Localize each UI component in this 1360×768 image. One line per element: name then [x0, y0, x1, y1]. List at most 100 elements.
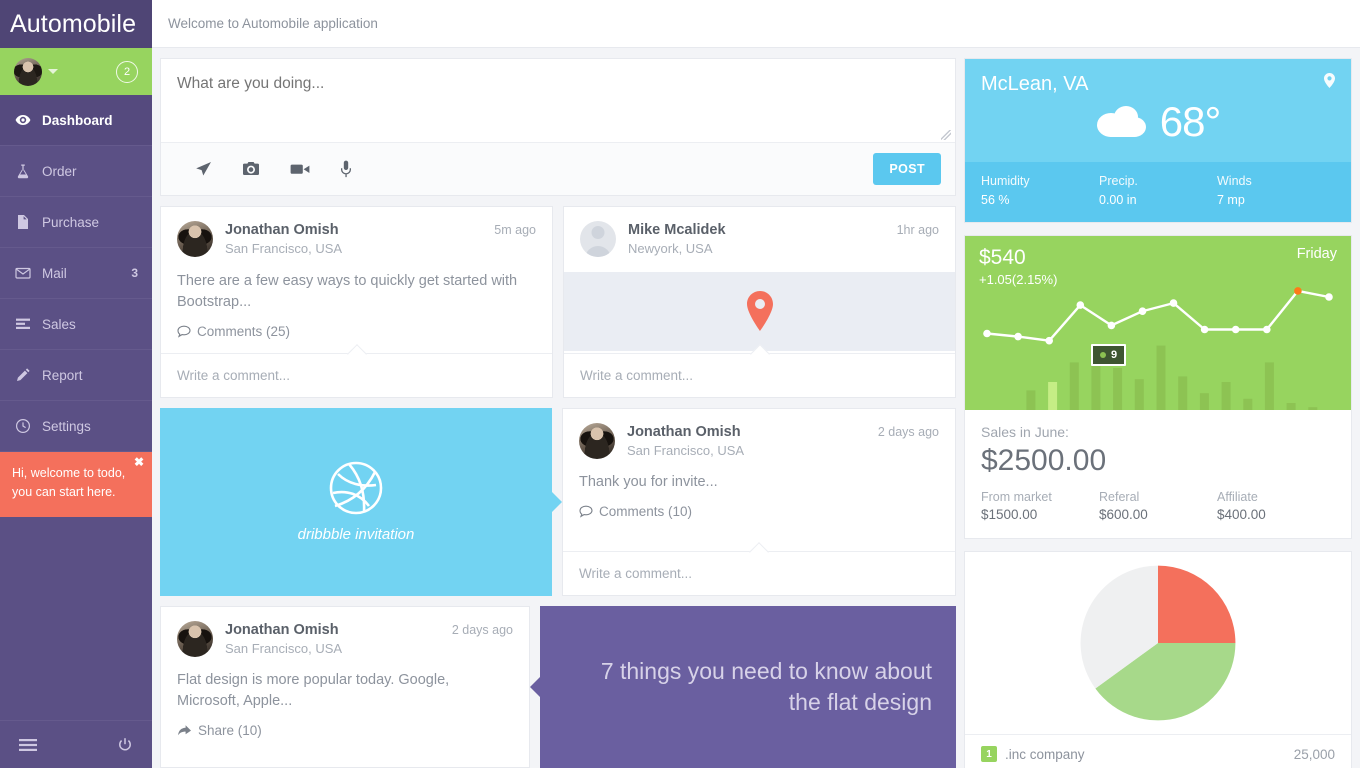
video-icon[interactable]: [290, 162, 310, 176]
weather-stat-value: 0.00 in: [1099, 192, 1137, 207]
post-identity: Jonathan Omish San Francisco, USA: [225, 621, 440, 658]
legend-rank-badge: 1: [981, 746, 997, 762]
hamburger-icon[interactable]: [19, 738, 37, 752]
pie-chart-area: [965, 552, 1351, 734]
sidebar-nav: Dashboard Order Purchase Mail 3 Sales Re…: [0, 95, 152, 452]
sidebar-item-order[interactable]: Order: [0, 146, 152, 197]
post-timestamp: 2 days ago: [451, 622, 513, 637]
breakdown-label: From market: [981, 490, 1052, 504]
avatar[interactable]: [580, 221, 616, 257]
dribbble-invitation-card[interactable]: dribbble invitation: [160, 407, 552, 596]
composer-toolbar: POST: [161, 142, 955, 195]
content: POST Jonathan Omish San Francisco, USA 5…: [152, 48, 1360, 768]
profile-bar[interactable]: 2: [0, 48, 152, 95]
sidebar: Automobile 2 Dashboard Order Purchase Ma…: [0, 0, 152, 768]
post-comments-link[interactable]: Comments (10): [563, 493, 955, 533]
caret-down-icon[interactable]: [48, 69, 58, 74]
pie-legend-row[interactable]: 1 .inc company 25,000: [965, 734, 1351, 768]
brand-logo[interactable]: Automobile: [0, 0, 152, 48]
comment-icon: [177, 325, 191, 338]
promo-headline: 7 things you need to know about the flat…: [600, 657, 932, 715]
post-button[interactable]: POST: [873, 153, 941, 185]
pie-chart-svg[interactable]: [1079, 564, 1237, 722]
sales-breakdown: From market $1500.00 Referal $600.00 Aff…: [981, 487, 1335, 522]
sidebar-footer: [0, 720, 152, 768]
weather-city: McLean, VA: [981, 73, 1089, 95]
sidebar-item-mail[interactable]: Mail 3: [0, 248, 152, 299]
weather-current: 68°: [965, 96, 1351, 162]
composer-input[interactable]: [161, 59, 955, 132]
camera-icon[interactable]: [242, 161, 260, 177]
cloud-icon: [1096, 103, 1148, 141]
sidebar-item-count: 3: [131, 266, 138, 280]
post-card: Mike Mcalidek Newyork, USA 1hr ago Write…: [563, 206, 956, 398]
microphone-icon[interactable]: [340, 160, 352, 178]
sidebar-item-label: Sales: [42, 316, 76, 332]
post-body: There are a few easy ways to quickly get…: [177, 272, 518, 310]
breakdown-value: $1500.00: [981, 507, 1038, 522]
post-author[interactable]: Jonathan Omish: [225, 221, 482, 239]
comment-input[interactable]: Write a comment...: [161, 352, 552, 397]
avatar[interactable]: [579, 422, 615, 459]
sales-summary-total: $2500.00: [981, 443, 1107, 477]
sales-chart[interactable]: $540 +1.05(2.15%) Friday 9: [965, 235, 1351, 410]
sidebar-item-dashboard[interactable]: Dashboard: [0, 95, 152, 146]
post-header: Jonathan Omish San Francisco, USA 5m ago: [161, 207, 552, 258]
file-icon: [15, 214, 31, 230]
tooltip-dot-icon: [1100, 351, 1106, 358]
power-icon[interactable]: [117, 737, 133, 753]
avatar[interactable]: [177, 620, 213, 657]
tooltip-value: 9: [1111, 348, 1118, 361]
post-body: Thank you for invite...: [579, 474, 718, 491]
post-author[interactable]: Mike Mcalidek: [628, 221, 885, 239]
sidebar-item-label: Report: [42, 367, 83, 383]
avatar[interactable]: [14, 57, 42, 86]
post-identity: Jonathan Omish San Francisco, USA: [225, 221, 482, 258]
sidebar-item-purchase[interactable]: Purchase: [0, 197, 152, 248]
comment-input[interactable]: Write a comment...: [564, 352, 955, 397]
weather-stat-value: 7 mp: [1217, 192, 1245, 207]
weather-stats: Humidity 56 % Precip. 0.00 in Winds 7 mp: [965, 162, 1351, 222]
page-title: Welcome to Automobile application: [168, 16, 378, 31]
sidebar-item-report[interactable]: Report: [0, 350, 152, 401]
comment-input[interactable]: Write a comment...: [563, 550, 955, 595]
location-arrow-icon[interactable]: [195, 161, 212, 178]
list-icon: [15, 316, 31, 332]
sidebar-item-sales[interactable]: Sales: [0, 299, 152, 350]
feed-column: POST Jonathan Omish San Francisco, USA 5…: [160, 58, 956, 768]
notification-badge[interactable]: 2: [116, 60, 138, 83]
resize-grip[interactable]: [161, 130, 955, 142]
company-pie-widget: 1 .inc company 25,000: [964, 551, 1352, 768]
post-share-link[interactable]: Share (10): [161, 712, 529, 752]
weather-stat: Humidity 56 %: [981, 172, 1099, 210]
clock-icon: [15, 418, 31, 434]
feed-row-3: Jonathan Omish San Francisco, USA 2 days…: [160, 605, 956, 768]
post-location: San Francisco, USA: [225, 241, 343, 257]
legend-value: 25,000: [1293, 746, 1335, 762]
todo-note-line-2: you can start here.: [12, 485, 116, 500]
post-author[interactable]: Jonathan Omish: [225, 621, 440, 639]
post-author[interactable]: Jonathan Omish: [627, 423, 866, 441]
post-card: Jonathan Omish San Francisco, USA 2 days…: [160, 605, 530, 768]
map-pin-icon[interactable]: [1324, 73, 1335, 88]
post-header: Mike Mcalidek Newyork, USA 1hr ago: [564, 207, 955, 258]
sidebar-item-settings[interactable]: Settings: [0, 401, 152, 452]
sales-summary: Sales in June: $2500.00 From market $150…: [965, 410, 1351, 539]
pencil-icon: [15, 367, 31, 383]
weather-stat-label: Winds: [1217, 174, 1252, 188]
sidebar-item-label: Dashboard: [42, 112, 113, 128]
todo-note-line-1: Hi, welcome to todo,: [12, 466, 126, 480]
sales-breakdown-item: From market $1500.00: [981, 487, 1099, 522]
flat-design-promo-card[interactable]: 7 things you need to know about the flat…: [540, 605, 956, 768]
post-map-preview[interactable]: [564, 271, 955, 351]
weather-stat-label: Humidity: [981, 174, 1030, 188]
close-icon[interactable]: ✖: [134, 456, 144, 468]
post-timestamp: 2 days ago: [877, 424, 939, 439]
sales-breakdown-item: Affiliate $400.00: [1217, 487, 1335, 522]
sidebar-item-label: Purchase: [42, 214, 100, 230]
avatar[interactable]: [177, 221, 213, 257]
topbar: Welcome to Automobile application: [152, 0, 1360, 48]
post-timestamp: 5m ago: [494, 223, 536, 237]
comment-icon: [579, 505, 593, 519]
sales-breakdown-item: Referal $600.00: [1099, 487, 1217, 522]
